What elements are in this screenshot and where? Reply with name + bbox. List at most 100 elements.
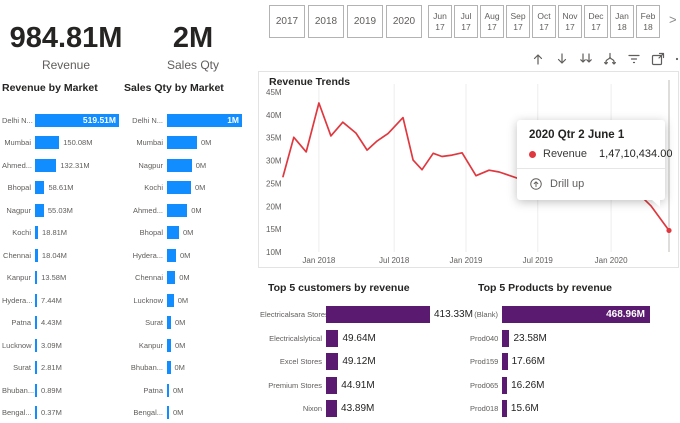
value-label: 55.03M: [47, 205, 73, 215]
bar-prod159[interactable]: [502, 353, 508, 371]
category-label: Prod040: [470, 333, 499, 343]
bar-ahmed[interactable]: [167, 203, 188, 217]
bar-kanpur[interactable]: [35, 271, 38, 285]
month-label: Aug: [484, 10, 500, 21]
month-button-nov-17[interactable]: Nov 17: [558, 5, 582, 38]
bar-mumbai[interactable]: [35, 136, 60, 150]
bar-row-lucknow: Lucknow 0M: [124, 289, 255, 312]
bar-kochi[interactable]: [167, 181, 191, 195]
bar-prod040[interactable]: [502, 329, 510, 347]
bar-row-bhopal: Bhopal 58.61M: [2, 177, 122, 200]
value-label: 58.61M: [48, 183, 74, 193]
bar-hydera[interactable]: [167, 248, 176, 262]
month-button-jan-18[interactable]: Jan 18: [610, 5, 634, 38]
bar-hydera[interactable]: [35, 293, 37, 307]
bar-track: 0M: [167, 406, 255, 420]
bar-track: 49.12M: [326, 353, 472, 371]
bar-mumbai[interactable]: [167, 136, 197, 150]
bar-chennai[interactable]: [35, 248, 38, 262]
more-options-icon[interactable]: [674, 51, 680, 67]
bar-bhuban[interactable]: [167, 361, 171, 375]
year-button-2018[interactable]: 2018: [308, 5, 344, 38]
bar-bhopal[interactable]: [35, 181, 45, 195]
bar-track: 0M: [167, 271, 255, 285]
bar-nagpur[interactable]: [35, 203, 44, 217]
month-button-feb-18[interactable]: Feb 18: [636, 5, 660, 38]
bar-row-kochi: Kochi 0M: [124, 177, 255, 200]
category-label: Excel Stores: [279, 357, 322, 367]
y-tick-label: 20M: [266, 202, 282, 211]
next-level-icon[interactable]: [578, 51, 594, 67]
drill-down-icon[interactable]: [554, 51, 570, 67]
bar-ahmed[interactable]: [35, 158, 57, 172]
focus-mode-icon[interactable]: [650, 51, 666, 67]
y-tick-label: 30M: [266, 157, 282, 166]
bar-patna[interactable]: [35, 316, 37, 330]
bar-delhi-n[interactable]: 519.51M: [35, 113, 119, 127]
category-label: Electricalsara Stores: [260, 310, 326, 320]
bar-surat[interactable]: [167, 316, 171, 330]
bar-track: 468.96M: [502, 306, 680, 324]
bar-kochi[interactable]: [35, 226, 39, 240]
bar-track: 0.89M: [35, 383, 122, 397]
year-button-2020[interactable]: 2020: [386, 5, 422, 38]
year-label: 17: [513, 21, 523, 32]
bar-patna[interactable]: [167, 383, 170, 397]
value-label: 0M: [174, 340, 186, 350]
bar-kanpur[interactable]: [167, 338, 171, 352]
hovered-data-point[interactable]: [666, 227, 672, 234]
category-label: Bengal...: [2, 408, 32, 418]
month-button-jun-17[interactable]: Jun 17: [428, 5, 452, 38]
month-button-oct-17[interactable]: Oct 17: [532, 5, 556, 38]
category-label: Ahmed...: [2, 160, 33, 170]
month-button-dec-17[interactable]: Dec 17: [584, 5, 608, 38]
value-label: 0M: [195, 183, 206, 193]
bar-lucknow[interactable]: [167, 293, 174, 307]
drill-up-action[interactable]: Drill up: [529, 169, 653, 200]
bar-chennai[interactable]: [167, 271, 176, 285]
kpi-label: Sales Qty: [166, 58, 220, 72]
bar-delhi-n[interactable]: 1M: [167, 113, 242, 127]
bar-prod065[interactable]: [502, 376, 508, 394]
revenue-by-market-chart: Revenue by Market Delhi N... 519.51M Mumba…: [2, 82, 122, 423]
bar-bhuban[interactable]: [35, 383, 37, 397]
month-button-jul-17[interactable]: Jul 17: [454, 5, 478, 38]
drill-up-label: Drill up: [550, 178, 585, 190]
expand-all-levels-icon[interactable]: [602, 51, 618, 67]
bar-excel-stores[interactable]: [326, 353, 339, 371]
bar-bengal[interactable]: [167, 406, 170, 420]
bar-nixon[interactable]: [326, 400, 338, 418]
drill-up-circle-icon: [530, 178, 542, 190]
year-button-2017[interactable]: 2017: [269, 5, 305, 38]
bar-prod018[interactable]: [502, 400, 507, 418]
tooltip-series-value: 1,47,10,434.00: [599, 148, 673, 160]
value-label: 0M: [179, 273, 190, 283]
chevron-right-icon[interactable]: >: [669, 12, 677, 27]
bar-bengal[interactable]: [35, 406, 37, 420]
category-label: Delhi N...: [132, 115, 163, 125]
bar-row-patna: Patna 4.43M: [2, 312, 122, 335]
bar-surat[interactable]: [35, 361, 37, 375]
value-label: 0M: [201, 138, 212, 148]
tooltip-notch: [651, 199, 660, 207]
bar-electricalslytical[interactable]: [326, 329, 339, 347]
bar-blank[interactable]: 468.96M: [502, 306, 650, 324]
bar-rows: Delhi N... 1M Mumbai 0M Nagpur 0M Kochi 0M Ahmed…: [124, 109, 255, 423]
bar-nagpur[interactable]: [167, 158, 192, 172]
y-tick-label: 10M: [266, 248, 282, 257]
month-slicer: Jun 17 Jul 17 Aug 17 Sep 17 Oct 17 Nov 17 Dec 17 Jan 18…: [428, 5, 660, 38]
bar-lucknow[interactable]: [35, 338, 37, 352]
month-button-sep-17[interactable]: Sep 17: [506, 5, 530, 38]
filter-icon[interactable]: [626, 51, 642, 67]
drill-up-icon[interactable]: [530, 51, 546, 67]
bar-row-nagpur: Nagpur 0M: [124, 154, 255, 177]
bar-premium-stores[interactable]: [326, 376, 338, 394]
bar-row-mumbai: Mumbai 150.08M: [2, 132, 122, 155]
x-tick-label: Jul 2018: [379, 256, 410, 265]
year-button-2019[interactable]: 2019: [347, 5, 383, 38]
value-label: 18.04M: [41, 250, 67, 260]
bar-bhopal[interactable]: [167, 226, 179, 240]
month-button-aug-17[interactable]: Aug 17: [480, 5, 504, 38]
bar-electricalsara-stores[interactable]: [326, 306, 430, 324]
chart-title: Revenue Trends: [269, 76, 351, 88]
